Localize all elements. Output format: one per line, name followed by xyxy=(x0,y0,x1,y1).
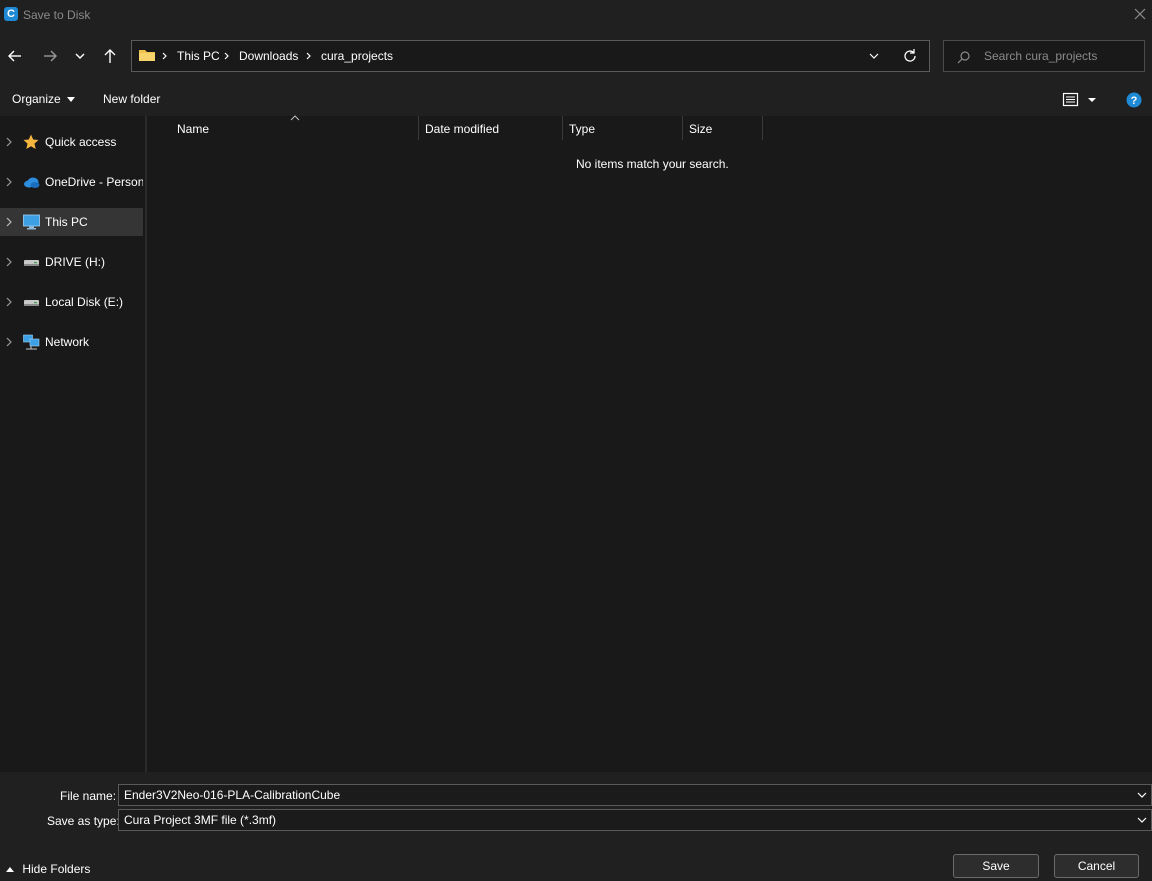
column-header-size[interactable]: Size xyxy=(689,122,712,136)
sidebar-item-this-pc[interactable]: This PC xyxy=(0,208,143,236)
new-folder-button[interactable]: New folder xyxy=(103,92,160,106)
refresh-button[interactable] xyxy=(900,46,920,66)
breadcrumb-this-pc[interactable]: This PC xyxy=(177,49,220,63)
address-history-button[interactable] xyxy=(864,48,884,64)
column-header-date-modified[interactable]: Date modified xyxy=(425,122,499,136)
details-view-icon xyxy=(1062,92,1096,107)
cloud-icon xyxy=(24,177,40,188)
close-icon xyxy=(1134,8,1146,20)
organize-button[interactable]: Organize xyxy=(12,92,76,106)
recent-locations-button[interactable] xyxy=(68,44,92,68)
up-button[interactable] xyxy=(98,44,122,68)
sidebar-item-quick-access[interactable]: Quick access xyxy=(0,128,143,156)
breadcrumb-separator-icon xyxy=(223,50,231,62)
drive-icon xyxy=(24,300,39,306)
expand-chevron-icon xyxy=(6,297,12,307)
sidebar-item-label: Network xyxy=(45,335,90,349)
forward-button[interactable] xyxy=(38,44,62,68)
arrow-up-icon xyxy=(104,49,116,63)
expand-chevron-icon xyxy=(6,137,12,147)
organize-label: Organize xyxy=(12,92,61,106)
arrow-right-icon xyxy=(44,50,57,62)
cura-app-icon: C xyxy=(4,7,18,21)
sort-ascending-icon xyxy=(290,114,300,122)
hide-folders-label: Hide Folders xyxy=(22,862,91,876)
drive-icon xyxy=(24,260,39,266)
empty-folder-message: No items match your search. xyxy=(576,157,729,171)
hide-folders-button[interactable]: Hide Folders xyxy=(5,862,90,876)
column-header-name[interactable]: Name xyxy=(177,122,209,136)
sidebar-item-network[interactable]: Network xyxy=(0,328,143,356)
close-button[interactable] xyxy=(1126,0,1152,30)
computer-icon xyxy=(23,214,40,230)
file-name-field[interactable]: Ender3V2Neo-016-PLA-CalibrationCube xyxy=(118,784,1152,806)
chevron-down-icon xyxy=(869,53,879,59)
command-bar xyxy=(0,84,1152,116)
cancel-button[interactable]: Cancel xyxy=(1054,854,1139,878)
sidebar-item-label: Quick access xyxy=(45,135,117,149)
column-divider[interactable] xyxy=(418,116,419,140)
file-name-value[interactable]: Ender3V2Neo-016-PLA-CalibrationCube xyxy=(124,788,340,802)
search-box[interactable] xyxy=(943,40,1145,72)
search-input[interactable] xyxy=(984,41,1139,71)
arrow-left-icon xyxy=(8,50,21,62)
network-icon xyxy=(23,334,40,350)
sidebar-item-label: DRIVE (H:) xyxy=(45,255,105,269)
breadcrumb-downloads[interactable]: Downloads xyxy=(239,49,298,63)
save-as-type-value: Cura Project 3MF file (*.3mf) xyxy=(124,813,277,827)
sidebar-item-label: This PC xyxy=(45,215,88,229)
title-bar xyxy=(0,0,1152,30)
back-button[interactable] xyxy=(3,44,27,68)
view-options-button[interactable] xyxy=(1062,91,1100,109)
column-divider[interactable] xyxy=(682,116,683,140)
refresh-icon xyxy=(904,49,916,62)
sidebar-item-label: Local Disk (E:) xyxy=(45,295,124,309)
pane-divider[interactable] xyxy=(145,116,147,772)
star-icon xyxy=(23,134,39,149)
chevron-down-icon xyxy=(75,53,85,59)
column-header-type[interactable]: Type xyxy=(569,122,595,136)
breadcrumb-separator-icon xyxy=(305,50,313,62)
folder-icon xyxy=(139,48,155,62)
svg-text:?: ? xyxy=(1131,95,1138,107)
sidebar-item-local-disk-e[interactable]: Local Disk (E:) xyxy=(0,288,143,316)
help-icon: ? xyxy=(1126,92,1142,108)
chevron-down-icon xyxy=(1137,817,1147,823)
help-button[interactable]: ? xyxy=(1126,92,1142,108)
sidebar-item-drive-h[interactable]: DRIVE (H:) xyxy=(0,248,143,276)
collapse-caret-icon xyxy=(6,866,14,872)
caret-down-icon xyxy=(67,96,76,102)
breadcrumb-cura-projects[interactable]: cura_projects xyxy=(321,49,393,63)
sidebar-item-label: OneDrive - Personal xyxy=(45,175,143,189)
expand-chevron-icon xyxy=(6,337,12,347)
expand-chevron-icon xyxy=(6,217,12,227)
column-divider[interactable] xyxy=(562,116,563,140)
save-as-type-label: Save as type: xyxy=(47,814,120,828)
chevron-down-icon[interactable] xyxy=(1137,791,1147,799)
sidebar-item-onedrive[interactable]: OneDrive - Personal xyxy=(0,168,143,196)
expand-chevron-icon xyxy=(6,177,12,187)
save-as-type-select[interactable]: Cura Project 3MF file (*.3mf) xyxy=(118,809,1152,831)
column-divider[interactable] xyxy=(762,116,763,140)
expand-chevron-icon xyxy=(6,257,12,267)
save-button[interactable]: Save xyxy=(953,854,1039,878)
breadcrumb-separator-icon xyxy=(161,50,169,62)
file-name-label: File name: xyxy=(60,789,117,803)
window-title: Save to Disk xyxy=(23,8,91,22)
search-icon xyxy=(957,51,970,64)
